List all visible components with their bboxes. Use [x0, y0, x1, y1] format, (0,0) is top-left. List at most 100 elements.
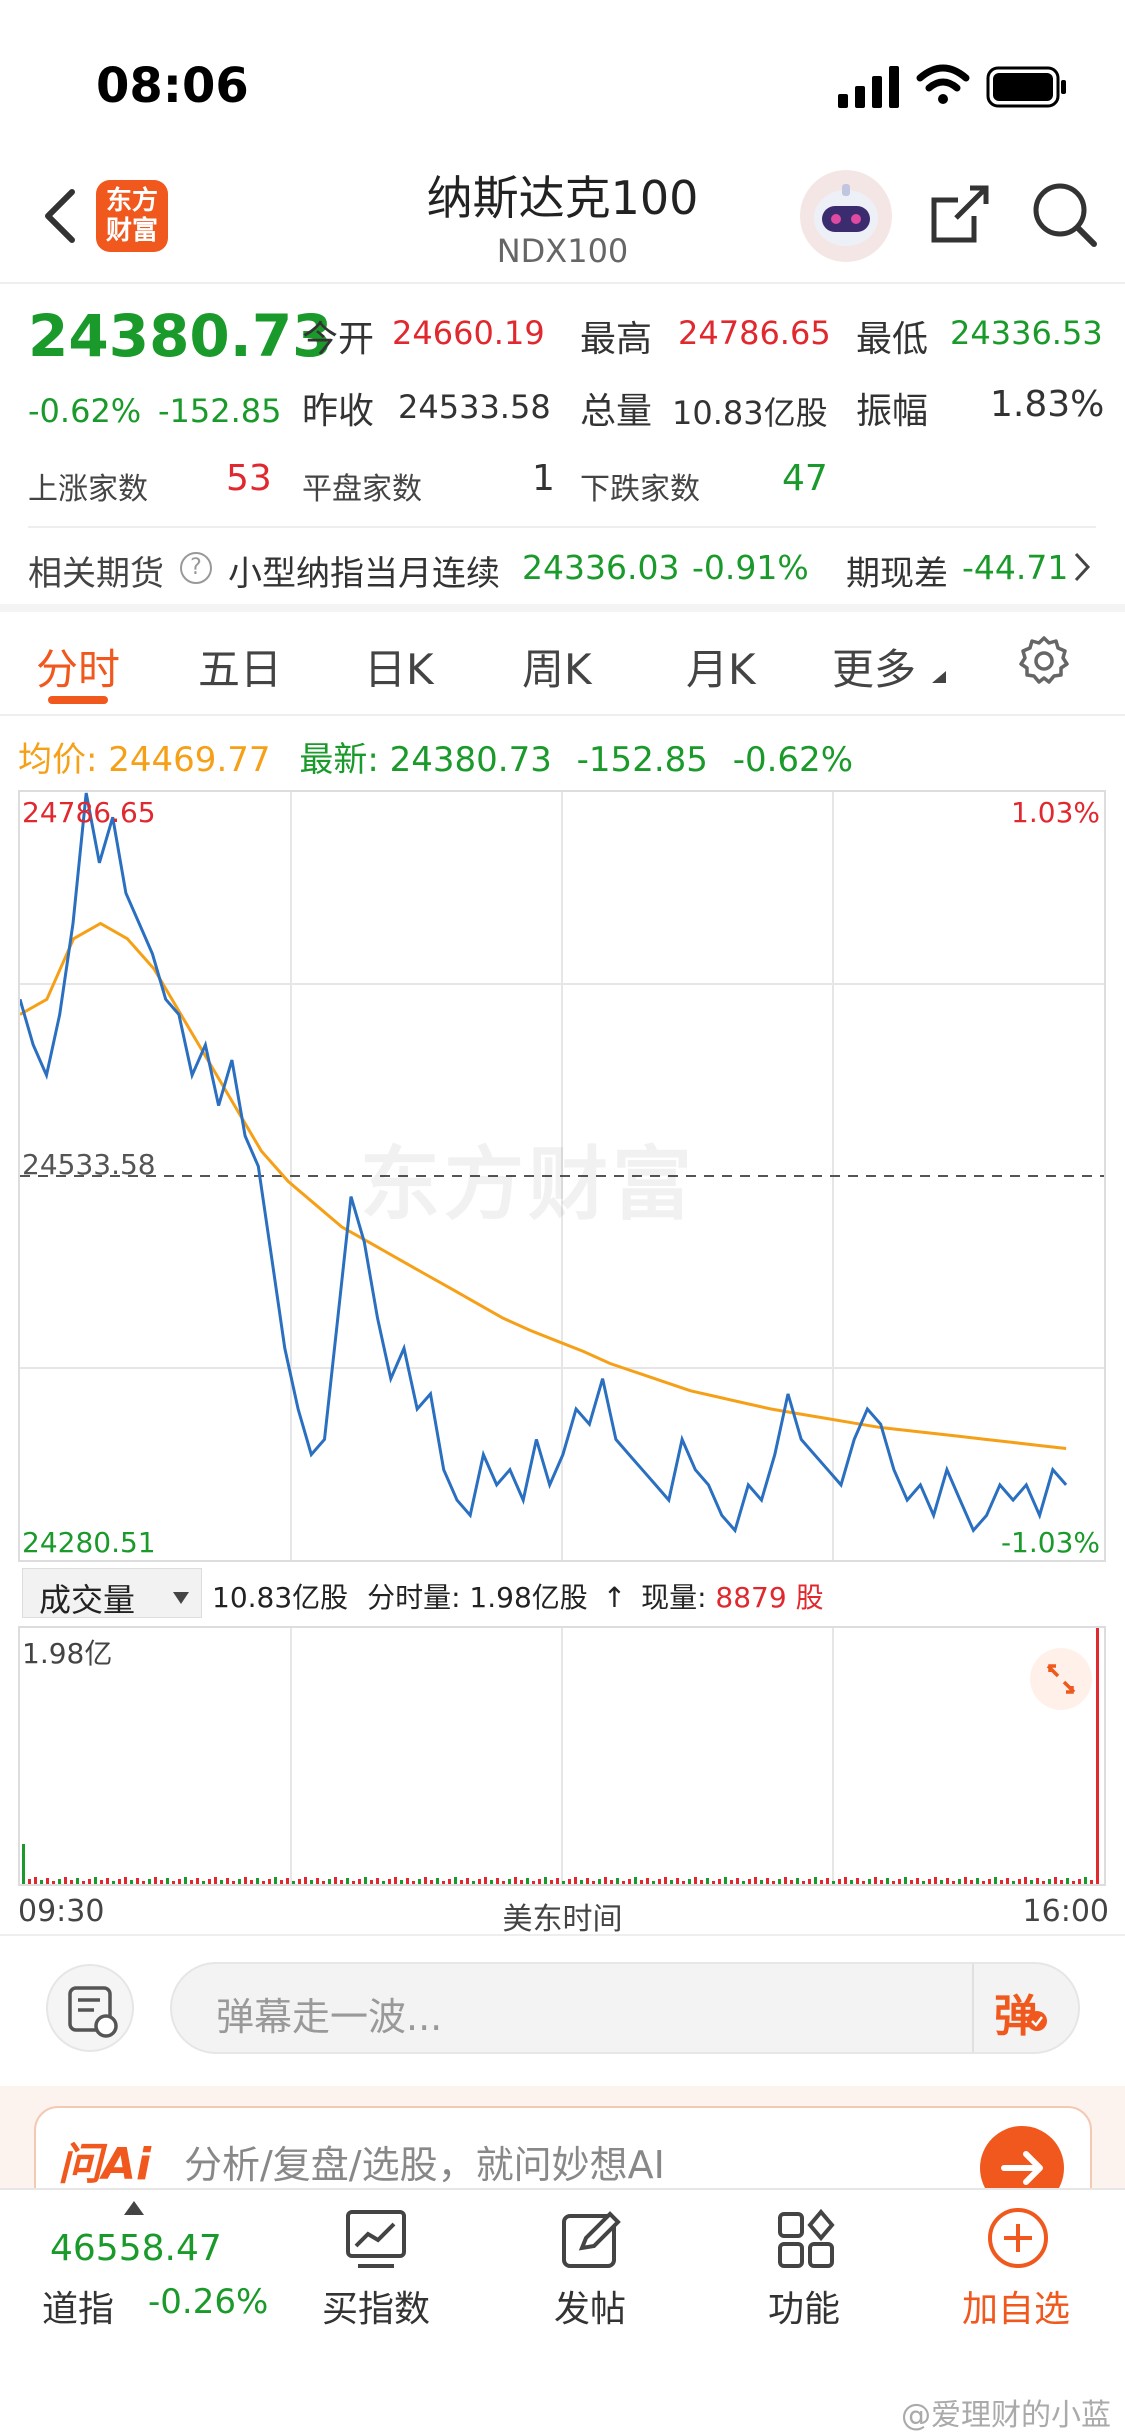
- volume-bar: [1030, 1880, 1033, 1884]
- robot-avatar-icon[interactable]: [800, 170, 892, 262]
- volume-bar: [532, 1881, 535, 1884]
- high-value: 24786.65: [678, 314, 831, 352]
- ai-prompt-text: 分析/复盘/选股，就问妙想AI: [184, 2143, 665, 2187]
- volume-bar: [820, 1880, 823, 1884]
- volume-bar: [568, 1879, 571, 1884]
- post-icon[interactable]: [560, 2208, 624, 2276]
- tab-more[interactable]: 更多: [832, 636, 916, 697]
- volume-bar: [736, 1878, 739, 1884]
- index-switch-arrow-icon[interactable]: [124, 2200, 144, 2219]
- intraday-chart[interactable]: 东方财富 24786.65 24280.51 24533.58 1.03% -1…: [18, 790, 1106, 1562]
- help-icon[interactable]: ?: [180, 552, 212, 584]
- volume-bar: [358, 1879, 361, 1884]
- volume-bar: [196, 1878, 199, 1884]
- volume-bar: [610, 1880, 613, 1884]
- volume-bar: [832, 1881, 835, 1884]
- volume-bar: [1042, 1881, 1045, 1884]
- volume-bar: [1096, 1628, 1099, 1884]
- chevron-right-icon: [1072, 550, 1092, 588]
- volume-bar: [712, 1881, 715, 1884]
- index-value[interactable]: 46558.47: [50, 2228, 222, 2269]
- index-pct[interactable]: -0.26%: [148, 2282, 268, 2322]
- volume-bar: [1078, 1879, 1081, 1884]
- volume-bar: [172, 1881, 175, 1884]
- tab-five-day[interactable]: 五日: [198, 636, 282, 697]
- header-divider: [0, 282, 1125, 284]
- volume-bar: [232, 1881, 235, 1884]
- volume-bar: [964, 1877, 967, 1884]
- futures-pct: -0.91%: [692, 548, 809, 587]
- futures-row[interactable]: 相关期货 ? 小型纳指当月连续 24336.03 -0.91% 期现差 -44.…: [0, 536, 1125, 596]
- tab-daily-k[interactable]: 日K: [364, 636, 434, 697]
- quote-divider: [28, 526, 1096, 528]
- add-watchlist-label[interactable]: 加自选: [962, 2280, 1070, 2332]
- volume-bar: [124, 1877, 127, 1884]
- volume-bar: [802, 1881, 805, 1884]
- volume-bar: [370, 1880, 373, 1884]
- volume-bar: [298, 1879, 301, 1884]
- volume-bar: [934, 1877, 937, 1884]
- volume-total: 10.83亿股: [212, 1581, 349, 1614]
- share-icon[interactable]: [926, 182, 992, 252]
- post-label[interactable]: 发帖: [554, 2280, 626, 2332]
- volume-bar: [190, 1880, 193, 1884]
- volume-bar: [52, 1881, 55, 1884]
- volume-bar: [292, 1881, 295, 1884]
- chart-ref-price: 24533.58: [22, 1148, 156, 1181]
- chart-info-line: 均价: 24469.77 最新: 24380.73 -152.85 -0.62%: [18, 732, 853, 781]
- volume-bar: [322, 1881, 325, 1884]
- comment-list-icon[interactable]: [46, 1964, 134, 2052]
- volume-bar: [364, 1877, 367, 1884]
- flat-count-label: 平盘家数: [302, 472, 422, 507]
- search-icon[interactable]: [1030, 180, 1100, 254]
- volume-bar: [898, 1879, 901, 1884]
- high-label: 最高: [580, 319, 653, 360]
- volume-bar: [706, 1878, 709, 1884]
- volume-bar: [556, 1878, 559, 1884]
- volume-bar: [148, 1879, 151, 1884]
- latest-label: 最新:: [299, 740, 379, 780]
- volume-bar: [904, 1877, 907, 1884]
- buy-index-label[interactable]: 买指数: [322, 2280, 430, 2332]
- index-name[interactable]: 道指: [42, 2280, 114, 2332]
- volume-bar: [580, 1880, 583, 1884]
- comment-input[interactable]: 弹幕走一波... 弹: [170, 1962, 1080, 2054]
- functions-label[interactable]: 功能: [768, 2280, 840, 2332]
- volume-summary: 10.83亿股 分时量: 1.98亿股 ↑ 现量: 8879 股: [212, 1576, 824, 1616]
- volume-selector-label: 成交量: [39, 1581, 136, 1619]
- volume-bar: [592, 1881, 595, 1884]
- volume-bar: [838, 1879, 841, 1884]
- volume-bar: [496, 1878, 499, 1884]
- volume-bar: [976, 1878, 979, 1884]
- tab-monthly-k[interactable]: 月K: [686, 636, 756, 697]
- tabs-divider: [0, 714, 1125, 716]
- volume-bar: [100, 1880, 103, 1884]
- volume-bar: [88, 1879, 91, 1884]
- volume-bar: [538, 1879, 541, 1884]
- open-label: 今开: [302, 319, 375, 360]
- volume-bar: [970, 1880, 973, 1884]
- volume-bar: [412, 1881, 415, 1884]
- volume-selector[interactable]: 成交量: [22, 1568, 202, 1619]
- volume-bar: [958, 1879, 961, 1884]
- settings-gear-icon[interactable]: [1018, 634, 1070, 690]
- volume-bar: [844, 1877, 847, 1884]
- tab-weekly-k[interactable]: 周K: [522, 636, 592, 697]
- current-volume-label: 现量:: [641, 1581, 707, 1614]
- tab-intraday[interactable]: 分时: [36, 636, 120, 697]
- volume-bar: [460, 1880, 463, 1884]
- volume-bar: [256, 1878, 259, 1884]
- expand-icon[interactable]: [1030, 1648, 1092, 1710]
- volume-chart[interactable]: 1.98亿: [18, 1626, 1106, 1886]
- add-watchlist-icon[interactable]: [986, 2206, 1050, 2274]
- status-time: 08:06: [96, 58, 249, 114]
- volume-bar: [436, 1878, 439, 1884]
- volume-bar: [238, 1879, 241, 1884]
- volume-bar: [472, 1881, 475, 1884]
- functions-icon[interactable]: [774, 2208, 838, 2276]
- buy-index-icon[interactable]: [344, 2208, 408, 2276]
- volume-bar: [400, 1880, 403, 1884]
- volume-bar: [916, 1878, 919, 1884]
- volume-bar: [994, 1877, 997, 1884]
- volume-bar: [478, 1879, 481, 1884]
